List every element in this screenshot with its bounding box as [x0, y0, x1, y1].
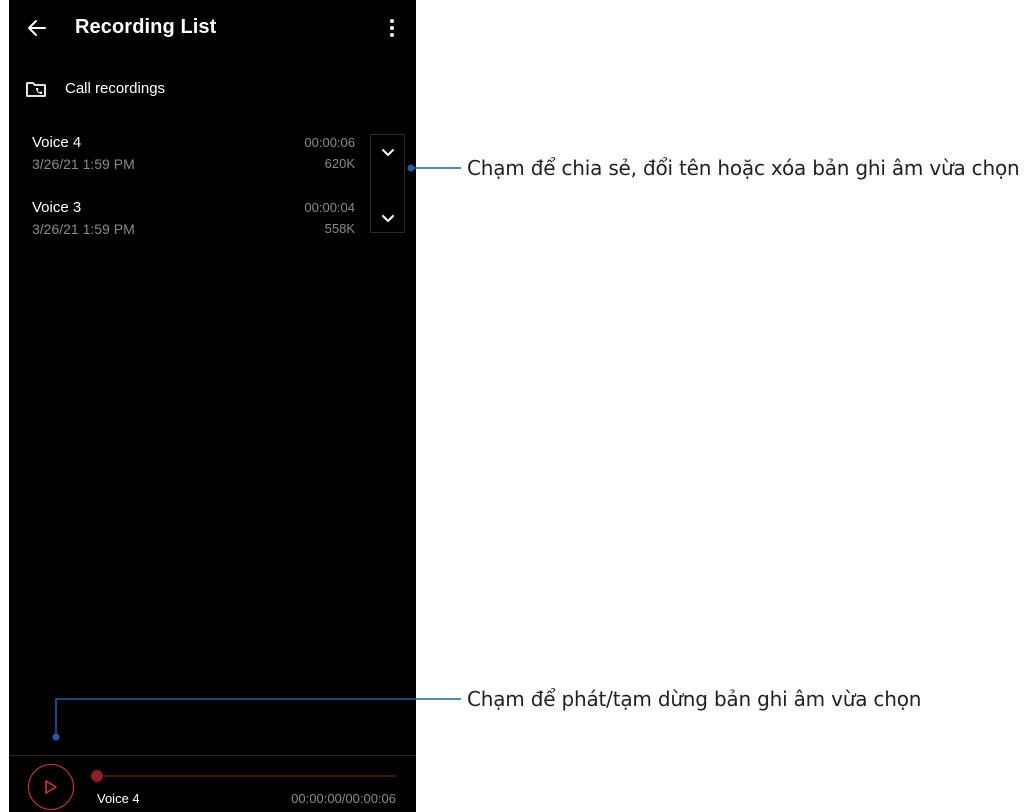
page: Recording List Call recordings Voice 4 3…	[0, 0, 1024, 812]
callout-expand-text: Chạm để chia sẻ, đổi tên hoặc xóa bản gh…	[467, 156, 1020, 180]
callout-play-text: Chạm để phát/tạm dừng bản ghi âm vừa chọ…	[467, 687, 922, 711]
